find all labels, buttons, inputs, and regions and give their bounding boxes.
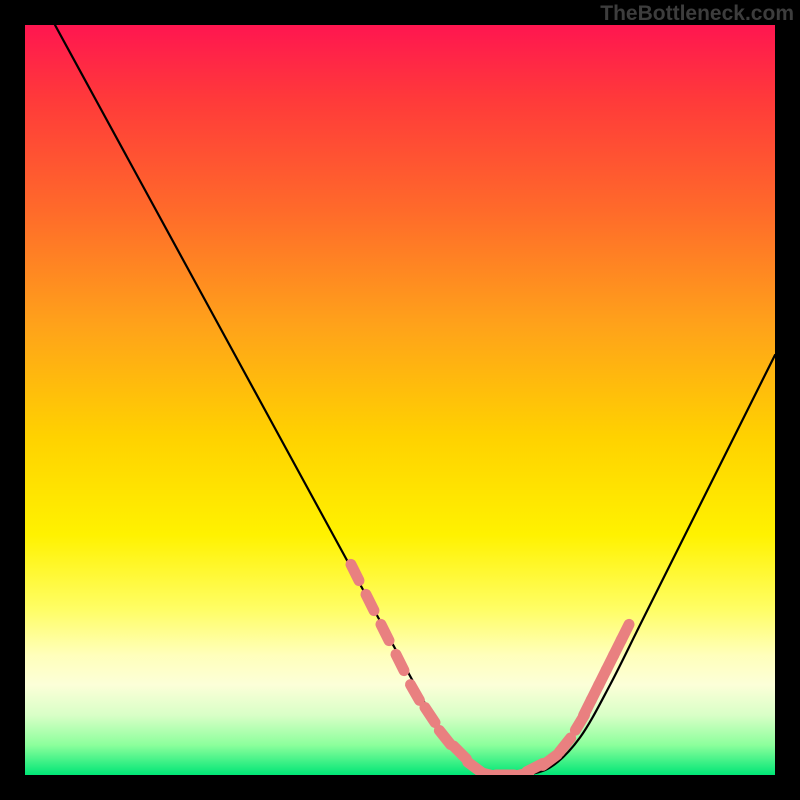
gradient-background: [25, 25, 775, 775]
chart-container: TheBottleneck.com: [0, 0, 800, 800]
watermark-text: TheBottleneck.com: [600, 2, 794, 26]
plot-area: [25, 25, 775, 775]
